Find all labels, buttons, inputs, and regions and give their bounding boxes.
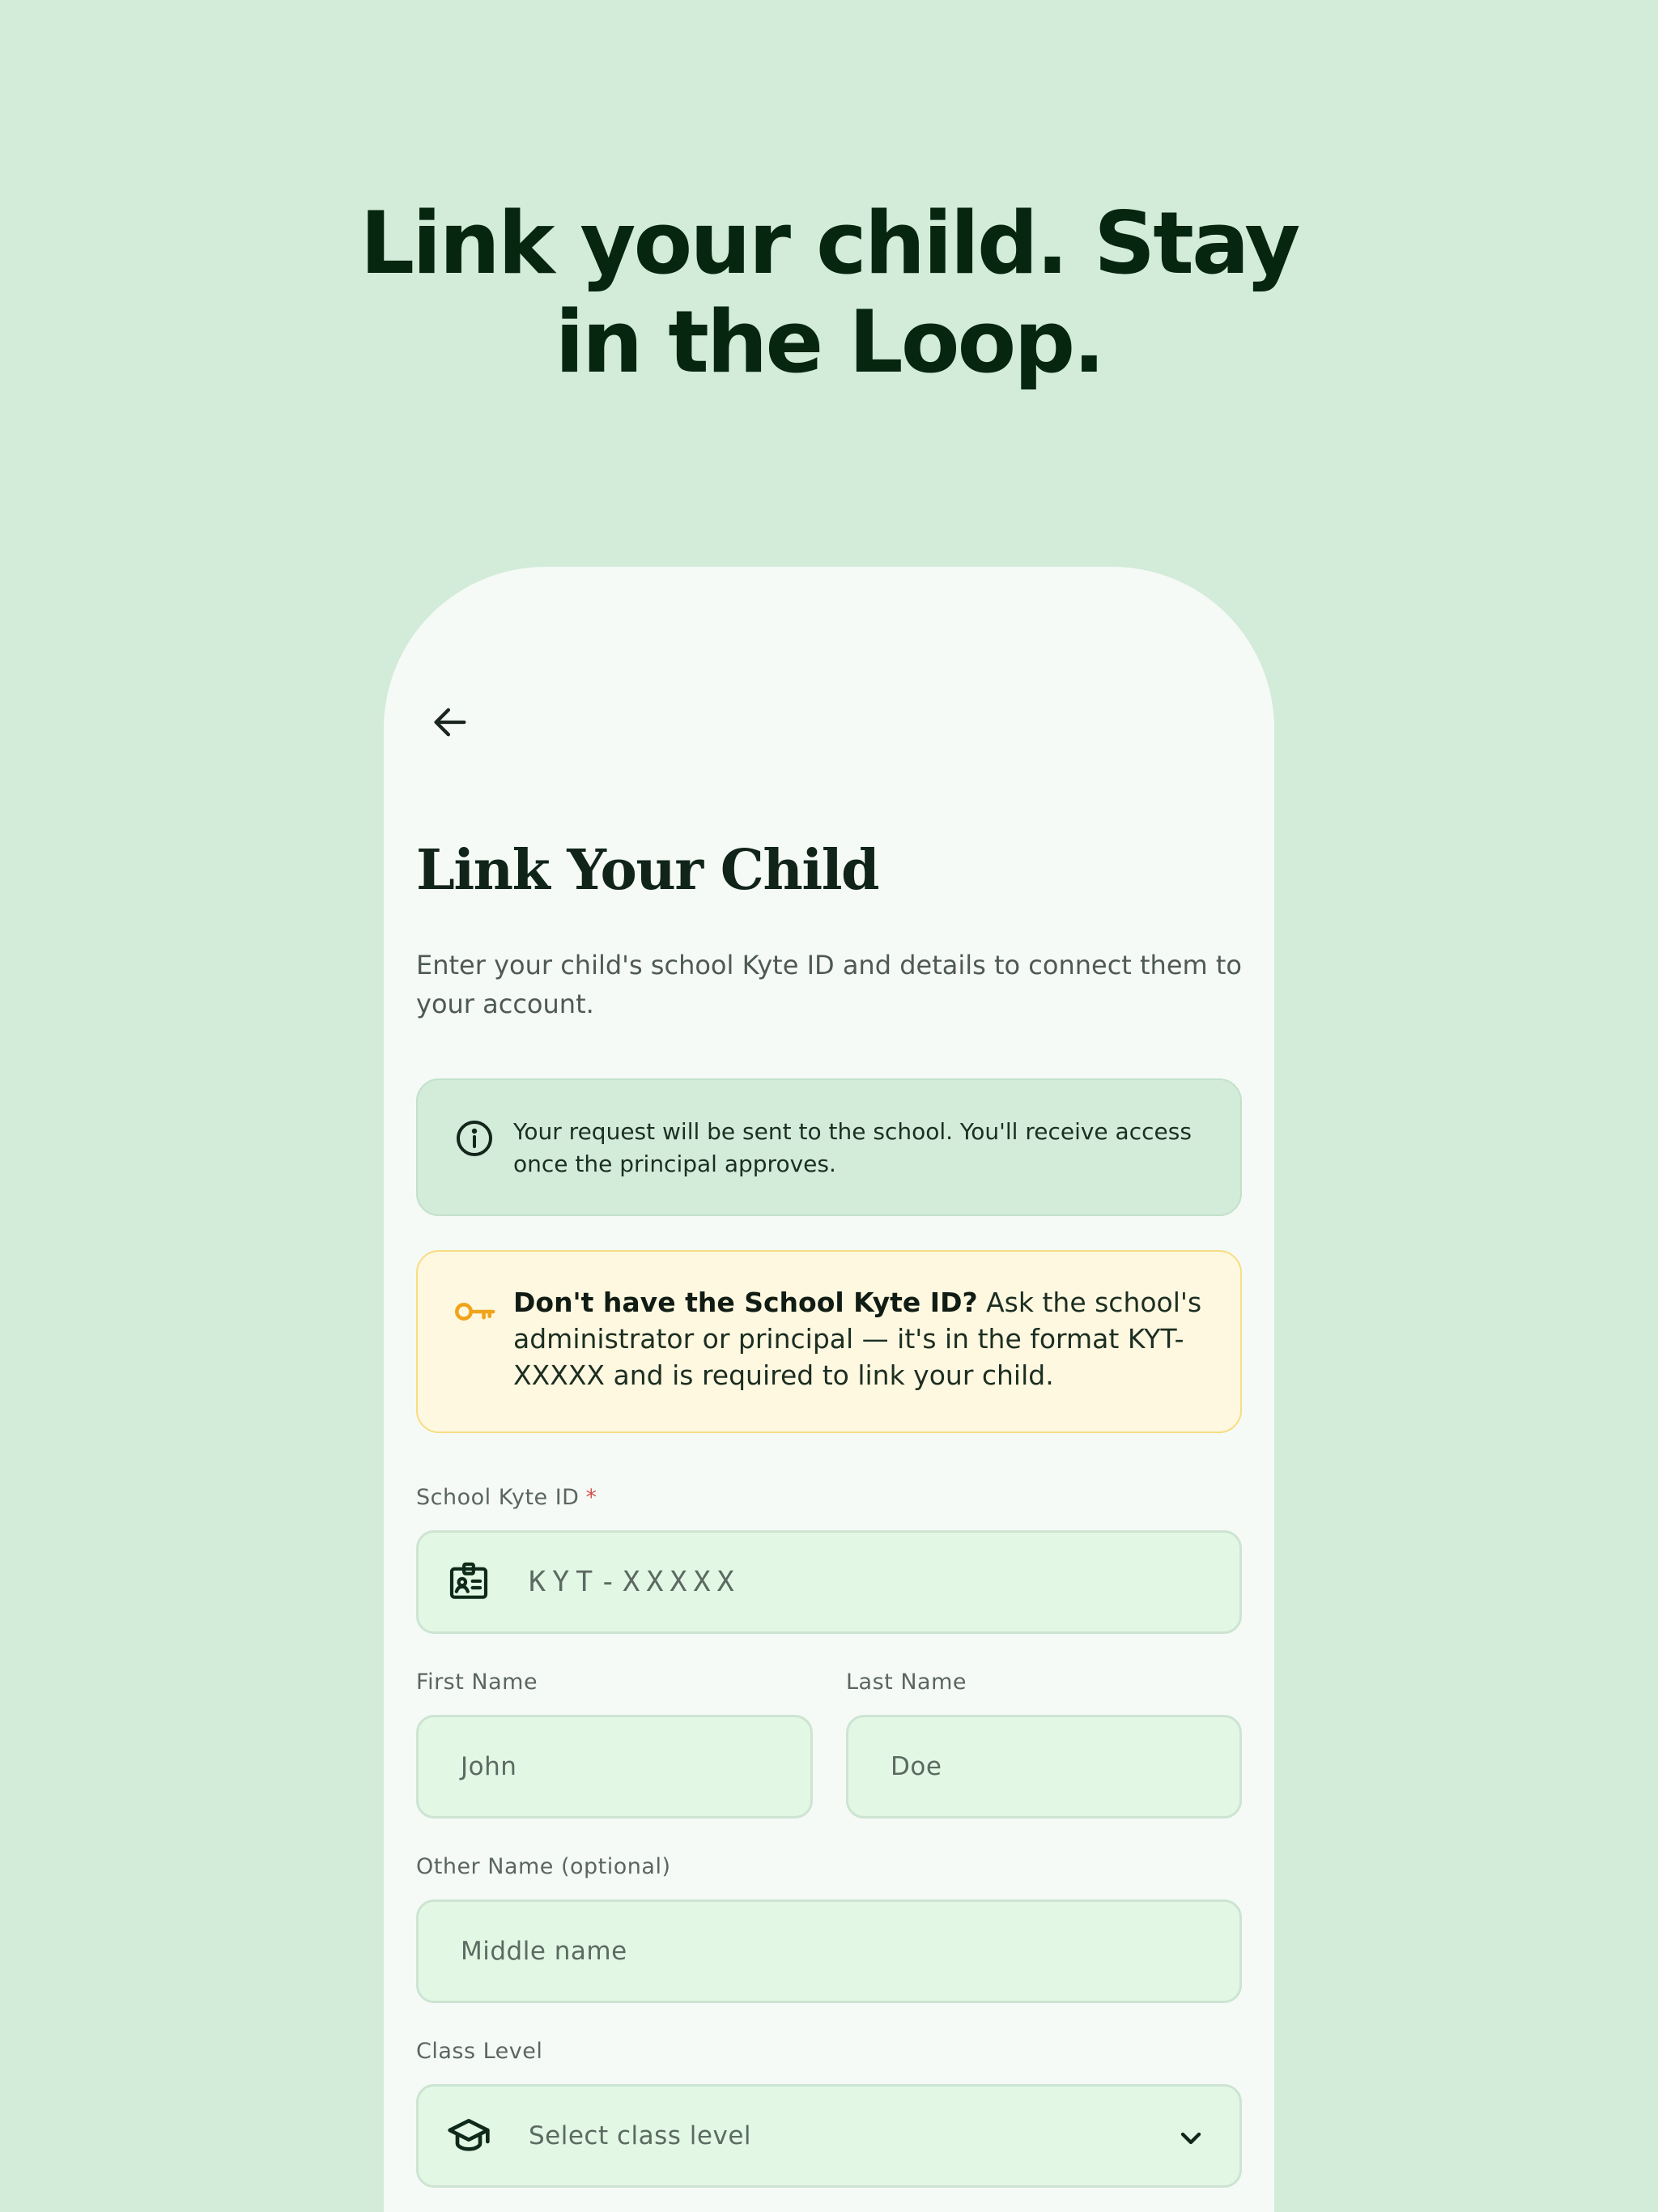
hero-line-1: Link your child. Stay [359,194,1301,293]
other-name-placeholder: Middle name [461,1937,627,1966]
other-name-input[interactable]: Middle name [416,1899,1242,2003]
hero-headline: Link your child. Stay in the Loop. [0,194,1658,392]
class-level-placeholder: Select class level [529,2121,752,2150]
kyte-id-input[interactable]: KYT-XXXXX [416,1530,1242,1634]
phone-screen: Link Your Child Enter your child's schoo… [384,567,1274,2212]
graduation-cap-icon [448,2119,490,2151]
first-name-label: First Name [416,1670,538,1695]
back-button[interactable] [424,696,476,748]
kyte-id-label-text: School Kyte ID [416,1485,580,1510]
chevron-down-icon[interactable] [1175,2122,1207,2155]
page-title: Link Your Child [416,838,880,903]
other-name-label: Other Name (optional) [416,1854,671,1879]
class-level-select[interactable]: Select class level [416,2084,1242,2188]
required-mark: * [585,1485,597,1510]
info-circle-icon [457,1121,492,1156]
kyte-id-hint-banner: Don't have the School Kyte ID? Ask the s… [416,1250,1242,1433]
hint-text: Don't have the School Kyte ID? Ask the s… [513,1284,1209,1393]
first-name-input[interactable]: John [416,1715,813,1819]
last-name-placeholder: Doe [891,1752,942,1781]
id-badge-icon [449,1562,488,1599]
hint-bold: Don't have the School Kyte ID? [513,1287,978,1318]
page-subtitle: Enter your child's school Kyte ID and de… [416,950,1242,1019]
kyte-id-placeholder: KYT-XXXXX [529,1566,741,1598]
info-text: Your request will be sent to the school.… [513,1118,1192,1177]
class-level-label: Class Level [416,2039,543,2064]
page: Link your child. Stay in the Loop. Link … [0,0,1658,2212]
hero-line-2: in the Loop. [555,292,1106,392]
last-name-input[interactable]: Doe [846,1715,1242,1819]
first-name-placeholder: John [461,1752,517,1781]
kyte-id-label: School Kyte ID * [416,1485,597,1510]
arrow-left-icon [434,708,466,737]
info-banner: Your request will be sent to the school.… [416,1078,1242,1216]
key-icon [455,1303,495,1321]
last-name-label: Last Name [846,1670,967,1695]
